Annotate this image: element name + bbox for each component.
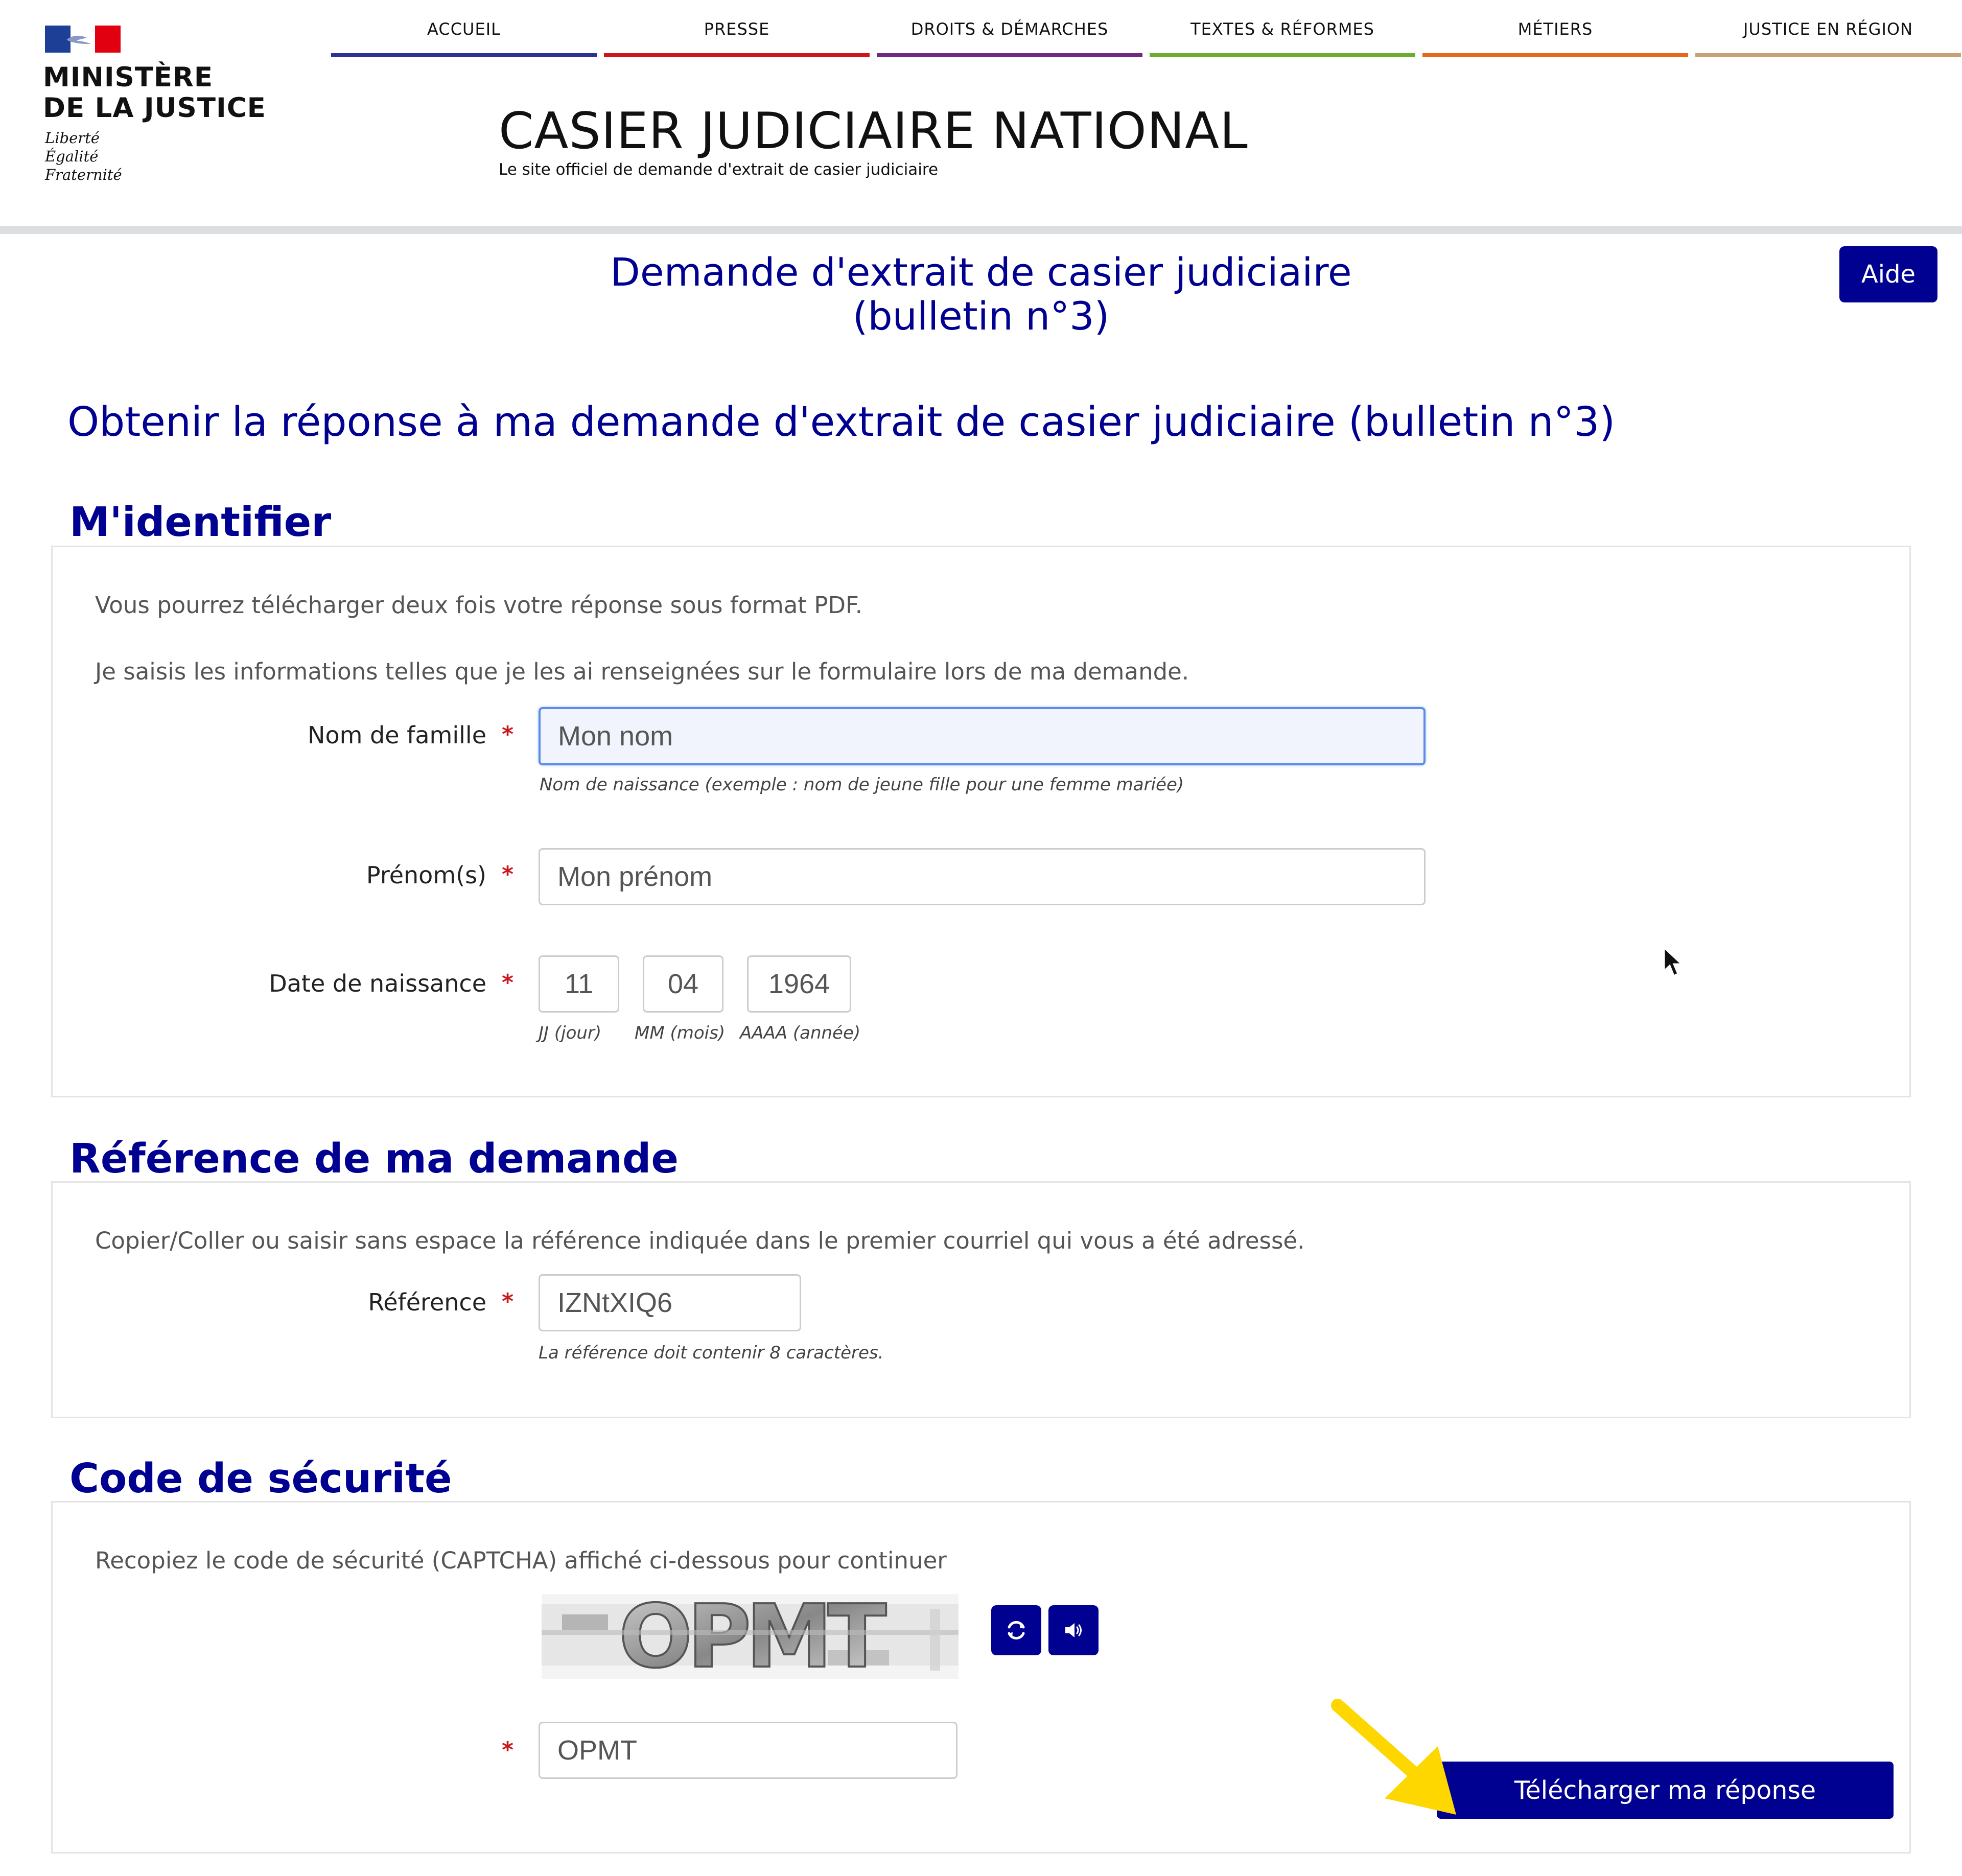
captcha-refresh-button[interactable]: [991, 1605, 1041, 1655]
mouse-cursor-icon: [1663, 946, 1684, 977]
annotation-arrow-icon: [1331, 1699, 1456, 1815]
nav-label: JUSTICE EN RÉGION: [1743, 19, 1913, 39]
captcha-info: Recopiez le code de sécurité (CAPTCHA) a…: [95, 1547, 947, 1574]
identify-panel: [51, 546, 1911, 1097]
nav-item-justice-en-region[interactable]: JUSTICE EN RÉGION: [1695, 0, 1961, 57]
lastname-hint: Nom de naissance (exemple : nom de jeune…: [540, 775, 1184, 795]
birthdate-label: Date de naissance: [269, 970, 486, 997]
section-title-identify: M'identifier: [69, 499, 332, 546]
nav-label: ACCUEIL: [427, 19, 501, 39]
site-subtitle: Le site officiel de demande d'extrait de…: [499, 160, 939, 179]
nav-underline: [1150, 53, 1415, 57]
required-marker: *: [502, 861, 514, 887]
site-title[interactable]: CASIER JUDICIAIRE NATIONAL: [499, 102, 1248, 160]
header-divider: [0, 226, 1962, 234]
refresh-icon: [1008, 1621, 1025, 1640]
identify-info-form: Je saisis les informations telles que je…: [95, 658, 1189, 685]
nav-label: PRESSE: [704, 19, 770, 39]
page-title: Obtenir la réponse à ma demande d'extrai…: [67, 398, 1616, 445]
reference-hint: La référence doit contenir 8 caractères.: [539, 1343, 884, 1363]
nav-item-droits-demarches[interactable]: DROITS & DÉMARCHES: [877, 0, 1142, 57]
nav-label: MÉTIERS: [1517, 19, 1593, 39]
required-marker: *: [502, 970, 514, 996]
nav-item-metiers[interactable]: MÉTIERS: [1422, 0, 1688, 57]
reference-input[interactable]: IZNtXIQ6: [539, 1274, 801, 1331]
firstname-input[interactable]: Mon prénom: [539, 848, 1426, 905]
help-button[interactable]: Aide: [1839, 246, 1937, 302]
section-title-security: Code de sécurité: [69, 1455, 452, 1502]
reference-info: Copier/Coller ou saisir sans espace la r…: [95, 1227, 1305, 1254]
identify-info-pdf: Vous pourrez télécharger deux fois votre…: [95, 592, 862, 619]
republic-motto: Liberté Égalité Fraternité: [45, 129, 122, 183]
firstname-label: Prénom(s): [366, 861, 486, 889]
captcha-input[interactable]: OPMT: [539, 1722, 957, 1779]
page-heading: Demande d'extrait de casier judiciaire (…: [610, 249, 1352, 339]
nav-underline: [331, 53, 597, 57]
captcha-text: OPMT: [619, 1594, 886, 1679]
month-hint: MM (mois): [635, 1023, 726, 1043]
birth-year-input[interactable]: 1964: [747, 955, 851, 1013]
lastname-input[interactable]: Mon nom: [539, 707, 1426, 765]
nav-item-textes-reformes[interactable]: TEXTES & RÉFORMES: [1150, 0, 1415, 57]
birth-day-input[interactable]: 11: [539, 955, 619, 1013]
year-hint: AAAA (année): [740, 1023, 861, 1043]
nav-item-presse[interactable]: PRESSE: [604, 0, 870, 57]
marianne-flag-logo: [45, 26, 121, 53]
ministry-logo-text: MINISTÈRE DE LA JUSTICE: [43, 62, 266, 124]
nav-underline: [1422, 53, 1688, 57]
download-response-button[interactable]: Télécharger ma réponse: [1437, 1762, 1894, 1819]
main-navigation: ACCUEIL PRESSE DROITS & DÉMARCHES TEXTES…: [331, 0, 1962, 57]
section-title-reference: Référence de ma demande: [69, 1135, 679, 1182]
nav-underline: [877, 53, 1142, 57]
required-marker: *: [502, 1288, 514, 1315]
captcha-audio-button[interactable]: [1048, 1605, 1099, 1655]
reference-label: Référence: [368, 1288, 486, 1316]
nav-underline: [604, 53, 870, 57]
day-hint: JJ (jour): [539, 1023, 602, 1043]
birth-month-input[interactable]: 04: [643, 955, 723, 1013]
nav-label: TEXTES & RÉFORMES: [1190, 19, 1374, 39]
nav-item-accueil[interactable]: ACCUEIL: [331, 0, 597, 57]
nav-underline: [1695, 53, 1961, 57]
required-marker: *: [502, 1737, 514, 1763]
captcha-image: OPMT: [542, 1594, 959, 1679]
nav-label: DROITS & DÉMARCHES: [910, 19, 1109, 39]
lastname-label: Nom de famille: [308, 721, 486, 749]
speaker-icon: [1065, 1623, 1082, 1637]
site-header: MINISTÈRE DE LA JUSTICE Liberté Égalité …: [0, 0, 1962, 225]
required-marker: *: [502, 721, 514, 747]
